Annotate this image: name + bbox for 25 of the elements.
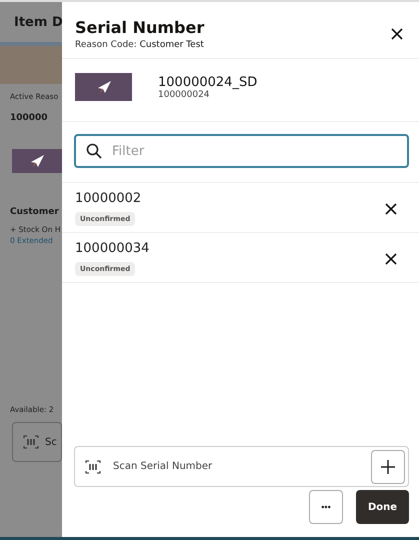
item-number: 100000 xyxy=(9,112,49,123)
close-icon xyxy=(385,202,397,214)
paper-plane-icon xyxy=(96,80,112,94)
reason-code: Reason Code: Customer Test xyxy=(75,40,204,50)
banner-image xyxy=(0,42,62,84)
close-icon xyxy=(391,28,403,40)
search-icon xyxy=(86,143,102,159)
barcode-scan-icon xyxy=(23,435,39,449)
barcode-scan-icon xyxy=(85,460,101,474)
serial-number: 100000034 xyxy=(75,241,150,256)
plus-icon xyxy=(381,460,395,474)
serial-number: 10000002 xyxy=(75,191,142,206)
item-name: 100000024_SD xyxy=(158,74,258,90)
page-title: Item D xyxy=(13,14,62,32)
filter-field[interactable]: Filter xyxy=(74,134,409,168)
scan-serial-field[interactable]: Scan Serial Number xyxy=(74,446,409,487)
item-number: 100000024 xyxy=(158,90,211,100)
done-button[interactable]: Done xyxy=(356,490,409,524)
section-title: Customer xyxy=(9,206,60,217)
more-button[interactable]: ••• xyxy=(309,490,343,524)
close-icon xyxy=(385,252,397,264)
add-button[interactable] xyxy=(371,450,405,484)
drawer-title: Serial Number xyxy=(75,18,204,37)
paper-plane-icon xyxy=(29,154,45,168)
scan-button[interactable]: Sc xyxy=(12,422,62,462)
